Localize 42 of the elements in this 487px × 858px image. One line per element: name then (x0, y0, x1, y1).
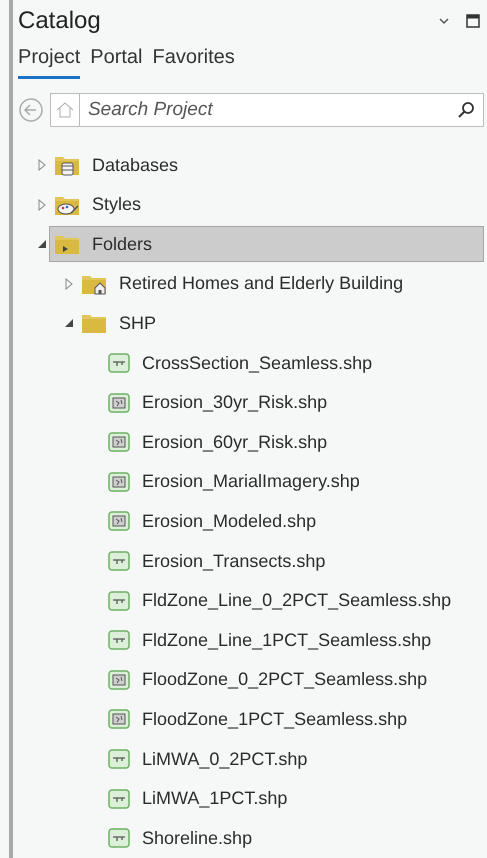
tree-item[interactable]: FldZone_Line_1PCT_Seamless.shp (103, 622, 484, 658)
tree-item[interactable]: Erosion_60yr_Risk.shp (103, 424, 484, 460)
tab[interactable]: Favorites (152, 42, 235, 79)
maximize-icon[interactable] (466, 14, 480, 28)
panel-title: Catalog (18, 6, 101, 36)
tree-item[interactable]: Folders (49, 226, 484, 262)
tree-item[interactable]: LiMWA_0_2PCT.shp (103, 741, 484, 778)
line-layer-icon (108, 630, 130, 650)
tree-item[interactable]: Erosion_MarialImagery.shp (103, 464, 484, 500)
chevron-down-icon[interactable] (438, 16, 450, 25)
polygon-layer-icon (108, 392, 130, 413)
polygon-layer-icon (108, 511, 130, 532)
tree-item[interactable]: FloodZone_0_2PCT_Seamless.shp (103, 662, 484, 698)
tree-item[interactable]: FldZone_Line_0_2PCT_Seamless.shp (103, 582, 484, 619)
polygon-layer-icon (108, 472, 130, 492)
tree-item[interactable]: CrossSection_Seamless.shp (103, 345, 484, 382)
tree-item[interactable]: Erosion_Transects.shp (103, 543, 484, 580)
search-icon[interactable] (457, 100, 475, 119)
tree-item[interactable]: SHP (76, 305, 484, 342)
database-folder-icon (54, 154, 80, 176)
tree-item[interactable]: LiMWA_1PCT.shp (103, 780, 484, 817)
line-layer-icon (108, 551, 130, 572)
polygon-layer-icon (108, 709, 130, 730)
line-layer-icon (108, 590, 130, 611)
polygon-layer-icon (108, 670, 130, 690)
tab[interactable]: Portal (90, 42, 142, 79)
folder-icon (54, 233, 80, 256)
tab[interactable]: Project (18, 42, 80, 79)
tree-item[interactable]: Retired Homes and Elderly Building (76, 266, 484, 302)
line-layer-icon (108, 749, 130, 770)
line-layer-icon (108, 353, 130, 374)
tree-item[interactable]: Databases (49, 147, 484, 184)
search-bar[interactable]: Search Project (50, 92, 484, 127)
tree-item[interactable]: Erosion_Modeled.shp (103, 503, 484, 540)
line-layer-icon (108, 788, 130, 809)
tree-item[interactable]: Shoreline.shp (103, 820, 484, 856)
polygon-layer-icon (108, 432, 130, 452)
tree-item[interactable]: Styles (49, 186, 484, 223)
tree-item[interactable]: Erosion_30yr_Risk.shp (103, 384, 484, 421)
tree-item[interactable]: FloodZone_1PCT_Seamless.shp (103, 701, 484, 738)
line-layer-icon (108, 828, 130, 848)
folder-icon (81, 312, 107, 334)
